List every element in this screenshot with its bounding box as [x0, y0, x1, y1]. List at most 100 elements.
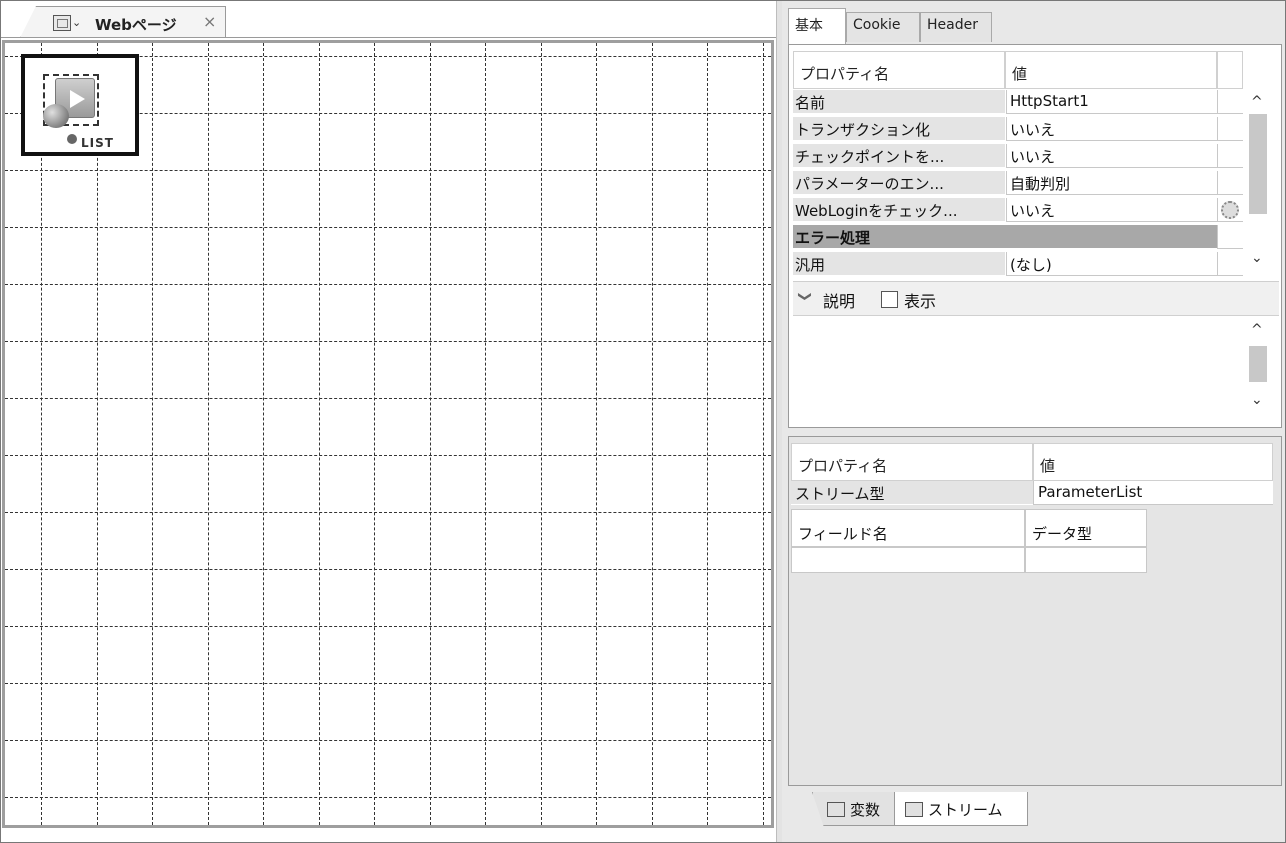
column-header-field-name: フィールド名: [791, 509, 1025, 547]
grid-line-horizontal: [5, 398, 771, 399]
property-value[interactable]: いいえ: [1006, 144, 1217, 168]
field-table: フィールド名 データ型: [791, 509, 1149, 575]
grid-line-vertical: [596, 43, 597, 825]
property-value[interactable]: (なし): [1006, 252, 1217, 276]
show-checkbox[interactable]: [881, 291, 898, 308]
tab-web-page[interactable]: ⌄ Webページ ×: [20, 6, 226, 38]
scroll-up-icon[interactable]: ^: [1251, 322, 1263, 338]
property-grid: プロパティ名 値 名前 HttpStart1 トランザクション化 いいえ チェッ…: [788, 44, 1282, 428]
bottom-tabs: 変数 ストリーム: [782, 790, 1286, 843]
grid-line-vertical: [41, 43, 42, 825]
grid-line-vertical: [96, 43, 98, 825]
http-start-node[interactable]: LIST: [21, 54, 139, 156]
description-bar: ❯ 説明 表示: [793, 281, 1279, 315]
property-row[interactable]: WebLoginをチェック... いいえ: [793, 198, 1243, 222]
grid-line-horizontal: [5, 170, 771, 171]
grid-line-horizontal: [5, 227, 771, 228]
grid-line-vertical: [429, 43, 431, 825]
grid-line-vertical: [540, 43, 542, 825]
property-row[interactable]: チェックポイントを... いいえ: [793, 144, 1243, 168]
design-canvas[interactable]: LIST: [2, 40, 774, 828]
grid-line-horizontal: [5, 683, 771, 684]
description-scrollbar[interactable]: ^ ⌄: [1247, 320, 1273, 416]
scroll-thumb[interactable]: [1249, 114, 1267, 214]
property-row[interactable]: トランザクション化 いいえ: [793, 117, 1243, 141]
grid-line-horizontal: [5, 626, 771, 627]
grid-line-horizontal: [5, 569, 771, 570]
grid-line-horizontal: [5, 284, 771, 285]
scroll-down-icon[interactable]: ⌄: [1251, 250, 1263, 266]
grid-line-horizontal: [5, 341, 771, 342]
property-value[interactable]: いいえ: [1006, 117, 1217, 141]
tab-header[interactable]: Header: [920, 12, 992, 42]
edit-cell: [1217, 252, 1243, 276]
property-row[interactable]: 名前 HttpStart1: [793, 90, 1243, 114]
grid-line-vertical: [762, 43, 764, 825]
grid-line-horizontal: [5, 455, 771, 456]
edit-cell: [1217, 225, 1243, 249]
grid-line-vertical: [152, 43, 153, 825]
close-icon[interactable]: ×: [203, 12, 216, 31]
grid-line-vertical: [318, 43, 320, 825]
column-header-edit: [1217, 51, 1243, 89]
column-header-property-name: プロパティ名: [793, 51, 1005, 89]
property-row[interactable]: 汎用 (なし): [793, 252, 1243, 276]
stream-panel: プロパティ名 値 ストリーム型 ParameterList フィールド名 データ…: [788, 436, 1282, 786]
field-name-cell[interactable]: [791, 547, 1025, 573]
description-label: 説明: [823, 292, 856, 311]
description-area[interactable]: ^ ⌄: [793, 315, 1279, 421]
grid-line-vertical: [707, 43, 708, 825]
column-header-property-name: プロパティ名: [791, 443, 1033, 481]
grid-line-vertical: [263, 43, 264, 825]
page-icon: [53, 15, 71, 31]
property-row[interactable]: パラメーターのエン... 自動判別: [793, 171, 1243, 195]
variable-icon: [827, 802, 845, 817]
edit-cell: [1217, 171, 1243, 195]
category-name: エラー処理: [793, 225, 1217, 249]
grid-line-vertical: [485, 43, 486, 825]
tab-cookie[interactable]: Cookie: [846, 12, 920, 42]
property-name: 汎用: [793, 252, 1005, 276]
property-name: チェックポイントを...: [793, 144, 1005, 168]
grid-line-horizontal: [5, 797, 771, 798]
property-name: 名前: [793, 90, 1005, 114]
property-name: トランザクション化: [793, 117, 1005, 141]
property-name: パラメーターのエン...: [793, 171, 1005, 195]
property-value[interactable]: 自動判別: [1006, 171, 1217, 195]
property-panel: 基本 Cookie Header プロパティ名 値 名前 HttpStart1 …: [782, 0, 1286, 843]
tab-label: ストリーム: [928, 801, 1003, 819]
data-type-cell[interactable]: [1025, 547, 1147, 573]
tab-basic[interactable]: 基本: [788, 8, 846, 44]
property-value[interactable]: ParameterList: [1033, 481, 1273, 505]
flow-editor: ⌄ Webページ × LIST: [0, 0, 776, 843]
scroll-up-icon[interactable]: ^: [1251, 94, 1263, 110]
property-tabs: 基本 Cookie Header: [782, 0, 1286, 46]
edit-cell: [1217, 144, 1243, 168]
edit-cell: [1217, 90, 1243, 114]
tab-stream[interactable]: ストリーム: [894, 792, 1028, 826]
tab-label: 変数: [850, 801, 881, 819]
scroll-down-icon[interactable]: ⌄: [1251, 392, 1263, 408]
tab-bar-divider: [0, 37, 776, 38]
grid-line-vertical: [651, 43, 653, 825]
property-name: ストリーム型: [791, 481, 1033, 505]
globe-icon: [43, 104, 69, 128]
edit-cell[interactable]: [1217, 198, 1243, 222]
edit-cell: [1217, 117, 1243, 141]
connector-dot[interactable]: [67, 134, 77, 144]
property-name: WebLoginをチェック...: [793, 198, 1005, 222]
column-header-value: 値: [1033, 443, 1273, 481]
dropdown-arrow-icon[interactable]: ⌄: [72, 16, 81, 29]
show-checkbox-label: 表示: [904, 292, 937, 311]
property-scrollbar[interactable]: ^ ⌄: [1247, 90, 1273, 276]
scroll-thumb[interactable]: [1249, 346, 1267, 382]
collapse-chevron-icon[interactable]: ❯: [797, 291, 812, 302]
property-category-row[interactable]: エラー処理: [793, 225, 1243, 249]
tab-label: Webページ: [95, 16, 177, 34]
node-label: LIST: [81, 136, 114, 150]
property-value[interactable]: HttpStart1: [1006, 90, 1217, 114]
grid-line-vertical: [207, 43, 209, 825]
property-value[interactable]: いいえ: [1006, 198, 1217, 222]
column-header-data-type: データ型: [1025, 509, 1147, 547]
ellipsis-button[interactable]: [1221, 201, 1239, 219]
